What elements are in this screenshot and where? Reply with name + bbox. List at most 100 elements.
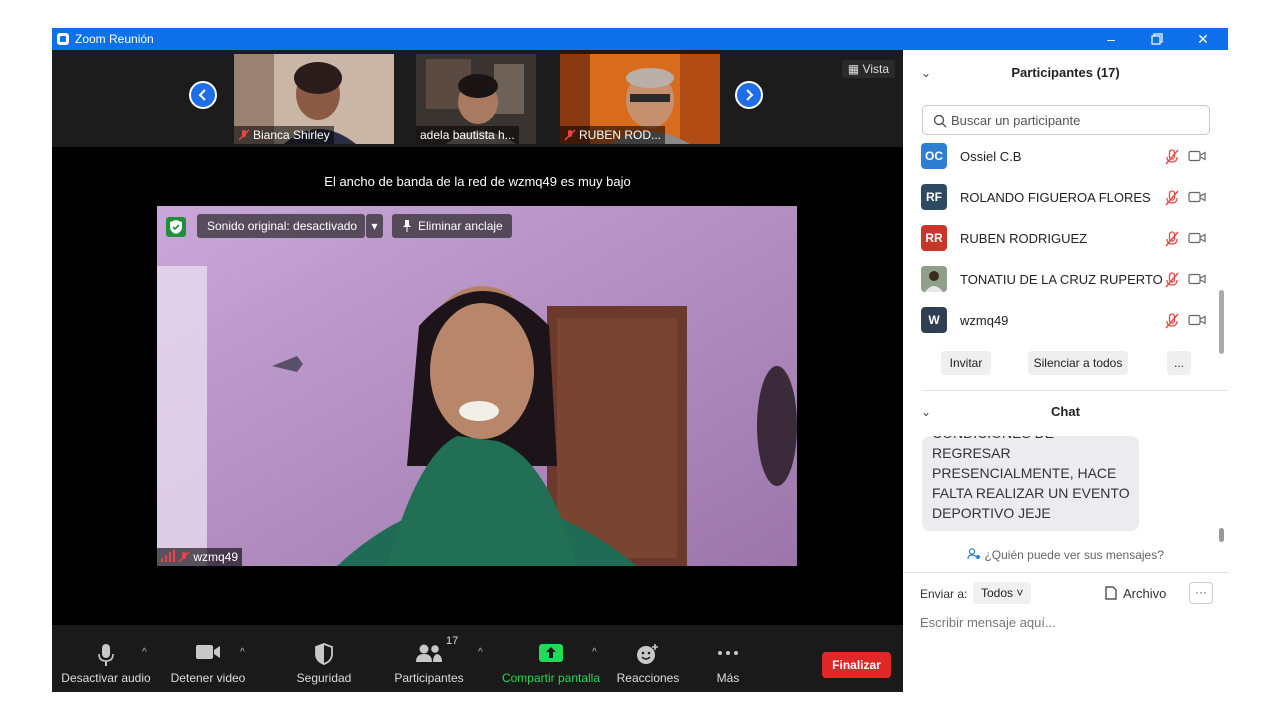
participant-name: TONATIU DE LA CRUZ RUPERTO [960,272,1163,287]
minimize-icon[interactable]: – [1088,28,1134,50]
security-button[interactable]: Seguridad [284,625,364,692]
search-icon [933,114,947,128]
bandwidth-notice: El ancho de banda de la red de wzmq49 es… [324,174,631,189]
recipient-dropdown[interactable]: Todos ˅ [973,582,1032,604]
camera-icon[interactable] [1188,232,1206,244]
participant-row[interactable]: OC Ossiel C.B [903,138,1228,179]
participant-search-input[interactable]: Buscar un participante [922,105,1210,135]
chat-header: ⌄ Chat [903,392,1228,432]
avatar: RF [921,184,947,210]
invite-button[interactable]: Invitar [941,351,991,375]
view-button[interactable]: ▦ Vista [841,60,895,78]
sound-options-chevron-icon[interactable]: ▾ [366,214,383,238]
mute-audio-button[interactable]: Desactivar audio [52,625,160,692]
muted-mic-icon [238,129,250,141]
muted-mic-icon[interactable] [1165,149,1179,165]
participant-row[interactable]: TONATIU DE LA CRUZ RUPERTO [903,261,1228,302]
participants-options-chevron-icon[interactable]: ^ [478,647,483,658]
more-dots-icon [718,651,738,655]
chat-scrollbar[interactable] [1219,528,1224,542]
end-meeting-button[interactable]: Finalizar [822,652,891,678]
chat-more-button[interactable]: ··· [1189,582,1213,604]
who-can-see-link[interactable]: ¿Quién puede ver sus mensajes? [903,548,1228,562]
mute-all-button[interactable]: Silenciar a todos [1028,351,1128,375]
grid-icon: ▦ [847,62,860,76]
chat-message-bubble: CUANDO ESTEMOS EN CONDICIONES DE REGRESA… [922,436,1139,531]
more-button[interactable]: Más [698,625,758,692]
camera-icon [196,645,220,659]
thumbnail-video[interactable]: adela bautista h... [416,54,536,144]
share-screen-button[interactable]: Compartir pantalla [498,625,604,692]
avatar: OC [921,143,947,169]
file-button[interactable]: Archivo [1105,586,1166,601]
collapse-chevron-icon[interactable]: ⌄ [921,53,931,93]
video-frame [157,206,797,566]
share-options-chevron-icon[interactable]: ^ [592,647,597,658]
participants-header: ⌄ Participantes (17) [903,53,1228,93]
prev-page-icon[interactable] [189,81,217,109]
participant-name: RUBEN RODRIGUEZ [960,231,1088,246]
thumbnail-name: adela bautista h... [416,126,519,144]
side-panel: ⌄ Participantes (17) Buscar un participa… [903,50,1228,692]
participant-name: wzmq49 [960,313,1009,328]
participant-list: OC Ossiel C.B RF ROLANDO FIGUEROA FLORES… [903,138,1228,334]
shield-icon [315,643,333,665]
camera-icon[interactable] [1188,191,1206,203]
chevron-down-icon: ˅ [1016,586,1024,600]
participant-list-scrollbar[interactable] [1219,290,1224,354]
participant-row[interactable]: RR RUBEN RODRIGUEZ [903,220,1228,261]
close-icon[interactable]: ✕ [1180,28,1226,50]
camera-icon[interactable] [1188,273,1206,285]
stop-video-button[interactable]: Detener video [160,625,256,692]
unpin-button[interactable]: Eliminar anclaje [392,214,512,238]
participant-row[interactable]: RF ROLANDO FIGUEROA FLORES [903,179,1228,220]
chat-message-input[interactable]: Escribir mensaje aquí... [920,615,1056,630]
participant-name: ROLANDO FIGUEROA FLORES [960,190,1151,205]
participants-more-button[interactable]: ... [1167,351,1191,375]
participant-row[interactable]: W wzmq49 [903,302,1228,334]
muted-mic-icon[interactable] [1165,272,1179,288]
chat-message-text: CUANDO ESTEMOS EN CONDICIONES DE REGRESA… [932,436,1130,521]
microphone-icon [98,644,114,666]
profile-photo [921,266,947,292]
zoom-app-icon [57,33,69,45]
avatar: W [921,307,947,333]
reactions-button[interactable]: Reacciones [612,625,684,692]
thumbnail-name: Bianca Shirley [234,126,334,144]
video-area: Bianca Shirley adela bautista h... RUBEN… [52,50,903,625]
person-icon [967,548,981,560]
thumbnail-name: RUBEN ROD... [560,126,666,144]
audio-options-chevron-icon[interactable]: ^ [142,647,147,658]
participants-button[interactable]: 17 Participantes [384,625,474,692]
emoji-reaction-icon [637,644,658,664]
participant-name: Ossiel C.B [960,149,1022,164]
signal-bars-icon [161,550,175,562]
thumbnail-video[interactable]: Bianca Shirley [234,54,394,144]
participants-icon [416,644,442,662]
thumbnail-video[interactable]: RUBEN ROD... [560,54,720,144]
collapse-chevron-icon[interactable]: ⌄ [921,392,931,432]
video-options-chevron-icon[interactable]: ^ [240,647,245,658]
avatar [921,266,947,292]
file-icon [1105,586,1117,600]
muted-mic-icon[interactable] [1165,231,1179,247]
encryption-shield-icon [166,217,186,237]
title-bar: Zoom Reunión – ✕ [52,28,1228,50]
muted-mic-icon[interactable] [1165,313,1179,329]
meeting-toolbar: Desactivar audio ^ Detener video ^ Segur… [52,625,903,692]
zoom-window: Zoom Reunión – ✕ Bianca Shirley adela ba… [52,28,1228,692]
participants-count: 17 [446,635,459,647]
original-sound-toggle[interactable]: Sonido original: desactivado [197,214,365,238]
thumbnail-strip: Bianca Shirley adela bautista h... RUBEN… [52,50,903,147]
next-page-icon[interactable] [735,81,763,109]
main-video[interactable]: Sonido original: desactivado ▾ Eliminar … [157,206,797,566]
share-screen-icon [539,644,563,662]
restore-icon[interactable] [1134,28,1180,50]
camera-icon[interactable] [1188,150,1206,162]
muted-mic-icon[interactable] [1165,190,1179,206]
muted-mic-icon [178,551,190,563]
pin-icon [403,220,411,232]
camera-icon[interactable] [1188,314,1206,326]
avatar: RR [921,225,947,251]
speaker-name-label: wzmq49 [157,548,243,566]
